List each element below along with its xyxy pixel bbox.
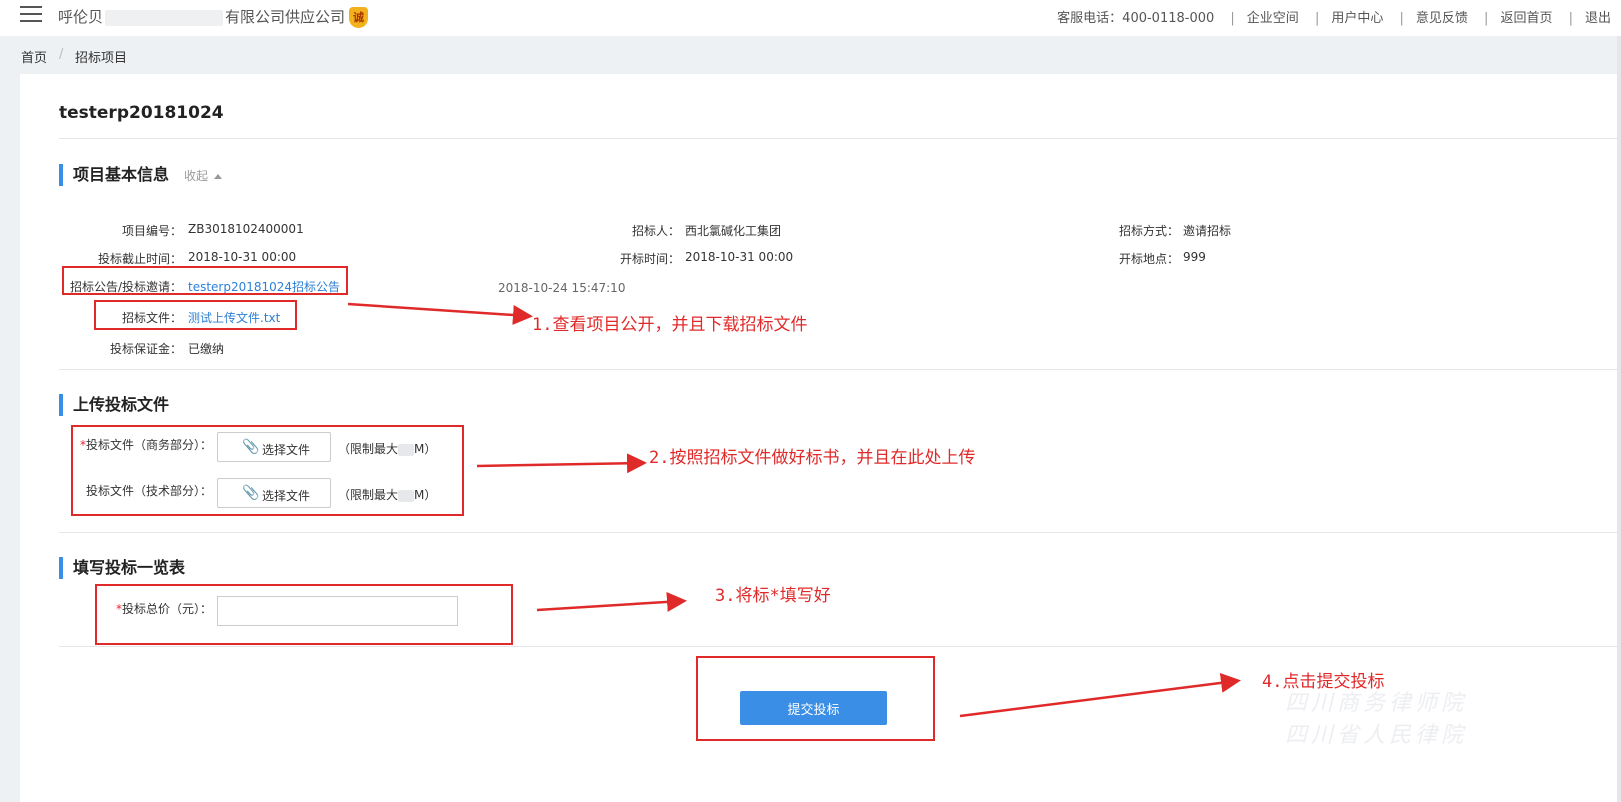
breadcrumb-home[interactable]: 首页: [21, 47, 47, 66]
divider: [59, 532, 1621, 533]
open-time-label: 开标时间：: [619, 252, 680, 266]
breadcrumb-current: 招标项目: [75, 51, 128, 66]
watermark-line: 四川商务律师院: [1285, 691, 1468, 716]
project-no-value: ZB3018102400001: [188, 222, 304, 236]
redacted-region: [105, 9, 224, 26]
annotation-box-announcement: [62, 266, 348, 295]
company-name-prefix: 呼伦贝: [58, 8, 104, 26]
nav-user-center[interactable]: 用户中心: [1331, 11, 1383, 26]
annotation-step-1: 1.查看项目公开，并且下载招标文件: [532, 315, 808, 335]
nav-logout[interactable]: 退出: [1585, 11, 1611, 26]
company-name: 呼伦贝 有限公司供应公司诚: [58, 6, 369, 28]
company-name-suffix: 有限公司供应公司: [225, 8, 346, 26]
annotation-step-3: 3.将标*填写好: [715, 586, 831, 606]
location-label: 开标地点：: [1118, 252, 1179, 266]
method-label: 招标方式：: [1118, 224, 1179, 238]
annotation-step-4: 4.点击提交投标: [1262, 672, 1385, 692]
top-bar: 呼伦贝 有限公司供应公司诚 客服电话：400-0118-000 | 企业空间 | 用户…: [0, 0, 1621, 34]
watermark-line: 四川省人民律院: [1285, 723, 1468, 748]
collapse-toggle[interactable]: 收起: [184, 167, 223, 184]
annotation-box-upload: [71, 425, 464, 516]
section-upload-title: 上传投标文件: [59, 394, 169, 416]
menu-icon[interactable]: [20, 6, 42, 24]
tenderer-label: 招标人：: [631, 224, 680, 238]
divider: [59, 646, 1621, 647]
divider: [59, 138, 1621, 139]
deadline-value: 2018-10-31 00:00: [188, 250, 297, 264]
annotation-box-total-price: [95, 584, 513, 645]
divider: [59, 369, 1621, 370]
annotation-step-2: 2.按照招标文件做好标书，并且在此处上传: [649, 448, 976, 468]
deposit-value: 已缴纳: [188, 342, 225, 356]
project-no-label: 项目编号：: [121, 224, 182, 238]
section-summary-title: 填写投标一览表: [59, 557, 185, 579]
breadcrumb: 首页 / 招标项目: [0, 36, 1621, 74]
deposit-label: 投标保证金：: [109, 342, 182, 356]
nav-enterprise-space[interactable]: 企业空间: [1247, 11, 1299, 26]
collapse-label: 收起: [184, 169, 209, 183]
open-time-value: 2018-10-31 00:00: [685, 250, 794, 264]
section-basic-info-title: 项目基本信息: [59, 164, 169, 186]
method-value: 邀请招标: [1183, 224, 1232, 238]
watermark: 四川商务律师院 四川省人民律院: [1285, 688, 1467, 752]
nav-feedback[interactable]: 意见反馈: [1416, 11, 1468, 26]
breadcrumb-separator: /: [59, 47, 64, 62]
location-value: 999: [1183, 250, 1206, 264]
page-title: testerp20181024: [59, 103, 224, 123]
announcement-date: 2018-10-24 15:47:10: [498, 281, 626, 295]
tenderer-value: 西北氯碱化工集团: [685, 224, 782, 238]
caret-up-icon: [214, 174, 223, 179]
annotation-box-submit: [696, 656, 935, 741]
deadline-label: 投标截止时间：: [97, 252, 182, 266]
hotline-text: 客服电话：400-0118-000: [1057, 11, 1215, 26]
integrity-badge-icon: 诚: [349, 7, 369, 28]
annotation-box-tender-file: [94, 300, 297, 330]
nav-home[interactable]: 返回首页: [1500, 11, 1552, 26]
top-nav: 客服电话：400-0118-000 | 企业空间 | 用户中心 | 意见反馈 | 返回首…: [1057, 11, 1611, 26]
scrollbar[interactable]: [1617, 36, 1621, 802]
